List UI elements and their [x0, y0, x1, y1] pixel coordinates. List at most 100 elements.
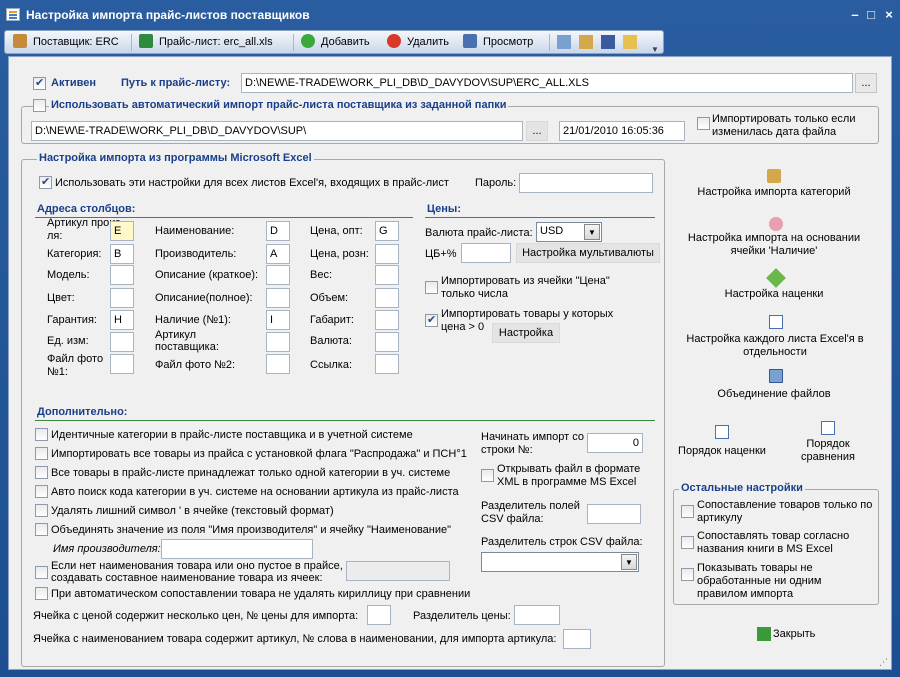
start-row-label: Начинать импорт со строки №:: [481, 431, 584, 456]
numbers-only-checkbox[interactable]: [425, 281, 438, 294]
article-word-input[interactable]: [563, 629, 591, 649]
active-checkbox[interactable]: [33, 76, 46, 90]
merge-files-link[interactable]: Объединение файлов: [679, 388, 869, 400]
wholesale-price-col-input[interactable]: G: [375, 221, 399, 241]
stock-col-input[interactable]: I: [266, 310, 290, 330]
main-window: Настройка импорта прайс-листов поставщик…: [0, 0, 900, 677]
warranty-col-input[interactable]: H: [110, 310, 134, 330]
cyrillic-checkbox[interactable]: [35, 587, 48, 600]
folder-input[interactable]: D:\NEW\E-TRADE\WORK_PLI_DB\D_DAVYDOV\SUP…: [31, 121, 523, 141]
option-checkbox[interactable]: [35, 485, 48, 498]
markup-settings-link[interactable]: Настройка наценки: [679, 288, 869, 300]
link-label: Ссылка:: [310, 359, 352, 371]
use-all-sheets-checkbox[interactable]: [39, 175, 52, 189]
sheet-settings-link[interactable]: Настройка каждого листа Excel'я в отдель…: [675, 333, 875, 359]
pricelist-label: Прайс-лист: erc_all.xls: [159, 36, 273, 48]
option-checkbox[interactable]: [35, 466, 48, 479]
short-desc-col-input[interactable]: [266, 265, 290, 285]
multicurrency-button[interactable]: Настройка мультивалюты: [516, 243, 660, 263]
option-checkbox[interactable]: [35, 428, 48, 441]
link-col-input[interactable]: [375, 354, 399, 374]
browse-folder-button[interactable]: ...: [526, 121, 548, 141]
add-button[interactable]: Добавить: [301, 34, 370, 51]
excel-icon: [139, 34, 153, 48]
weight-col-input[interactable]: [375, 265, 399, 285]
currency-select[interactable]: USD ▼: [536, 222, 602, 242]
photo2-col-input[interactable]: [266, 354, 290, 374]
view-label: Просмотр: [483, 36, 534, 48]
browse-path-button[interactable]: ...: [855, 73, 877, 93]
add-icon: [301, 34, 315, 48]
stock-settings-icon: [769, 217, 783, 231]
auto-import-label: Использовать автоматический импорт прайс…: [49, 99, 509, 111]
minimize-icon[interactable]: –: [848, 8, 862, 22]
path-input[interactable]: D:\NEW\E-TRADE\WORK_PLI_DB\D_DAVYDOV\SUP…: [241, 73, 853, 93]
price-separator-input[interactable]: [514, 605, 560, 625]
currency-col-input[interactable]: [375, 332, 399, 352]
category-settings-link[interactable]: Настройка импорта категорий: [679, 186, 869, 198]
category-col-input[interactable]: B: [110, 244, 134, 264]
currency-label: Валюта прайс-листа:: [425, 227, 533, 239]
article-col-input[interactable]: E: [110, 221, 134, 241]
pricelist-button[interactable]: Прайс-лист: erc_all.xls: [139, 34, 273, 51]
retail-price-col-input[interactable]: [375, 244, 399, 264]
start-row-input[interactable]: 0: [587, 433, 643, 453]
compare-order-link[interactable]: Порядок сравнения: [785, 438, 871, 464]
manufacturer-name-input[interactable]: [161, 539, 313, 559]
cyrillic-label: При автоматическом сопоставлении товара …: [51, 588, 471, 600]
option-label: Удалять лишний символ ' в ячейке (тексто…: [51, 505, 334, 517]
merge-files-icon: [769, 369, 783, 383]
save-icon[interactable]: [601, 35, 615, 49]
manufacturer-col-input[interactable]: A: [266, 244, 290, 264]
only-changed-label: Импортировать только если изменилась дат…: [712, 113, 856, 138]
wholesale-price-label: Цена, опт:: [310, 225, 363, 237]
option-checkbox[interactable]: [35, 523, 48, 536]
cb-percent-input[interactable]: [461, 243, 511, 263]
toolbar-divider: [293, 34, 294, 51]
close-button[interactable]: Закрыть: [773, 628, 815, 640]
auto-import-checkbox[interactable]: [33, 99, 46, 112]
open-xml-checkbox[interactable]: [481, 469, 494, 482]
resize-grip-icon[interactable]: ⋰: [879, 657, 889, 667]
password-input[interactable]: [519, 173, 653, 193]
dimensions-label: Габарит:: [310, 314, 354, 326]
copy-icon[interactable]: [557, 35, 571, 49]
supplier-button[interactable]: Поставщик: ERC: [13, 34, 119, 51]
dimensions-col-input[interactable]: [375, 310, 399, 330]
date-input[interactable]: 21/01/2010 16:05:36: [559, 121, 685, 141]
currency-col-label: Валюта:: [310, 335, 352, 347]
full-desc-col-input[interactable]: [266, 288, 290, 308]
name-col-input[interactable]: D: [266, 221, 290, 241]
exit-icon: [757, 627, 771, 641]
stock-settings-link[interactable]: Настройка импорта на основании ячейки 'Н…: [679, 232, 869, 258]
maximize-icon[interactable]: □: [864, 8, 878, 22]
price-setup-button[interactable]: Настройка: [492, 323, 560, 343]
other-checkbox[interactable]: [681, 505, 694, 518]
compose-name-checkbox[interactable]: [35, 566, 48, 579]
paste-icon[interactable]: [579, 35, 593, 49]
compose-cells-input[interactable]: [346, 561, 450, 581]
full-desc-label: Описание(полное):: [155, 292, 253, 304]
unit-col-input[interactable]: [110, 332, 134, 352]
other-option-label: Показывать товары не обработанные ни одн…: [697, 562, 822, 600]
close-icon[interactable]: ×: [882, 8, 896, 22]
color-col-input[interactable]: [110, 288, 134, 308]
folder-icon[interactable]: [623, 35, 637, 49]
photo1-col-input[interactable]: [110, 354, 134, 374]
model-col-input[interactable]: [110, 265, 134, 285]
markup-order-link[interactable]: Порядок наценки: [669, 445, 775, 457]
other-checkbox[interactable]: [681, 568, 694, 581]
price-gt0-checkbox[interactable]: [425, 313, 438, 327]
multi-price-input[interactable]: [367, 605, 391, 625]
delete-button[interactable]: Удалить: [387, 34, 449, 51]
only-changed-checkbox[interactable]: [697, 117, 710, 130]
view-button[interactable]: Просмотр: [463, 34, 533, 51]
csv-row-sep-select[interactable]: ▼: [481, 552, 639, 572]
supplier-article-col-input[interactable]: [266, 332, 290, 352]
option-checkbox[interactable]: [35, 504, 48, 517]
toolbar-overflow-icon[interactable]: ▼: [651, 45, 659, 54]
csv-field-sep-input[interactable]: [587, 504, 641, 524]
volume-col-input[interactable]: [375, 288, 399, 308]
other-checkbox[interactable]: [681, 536, 694, 549]
option-checkbox[interactable]: [35, 447, 48, 460]
